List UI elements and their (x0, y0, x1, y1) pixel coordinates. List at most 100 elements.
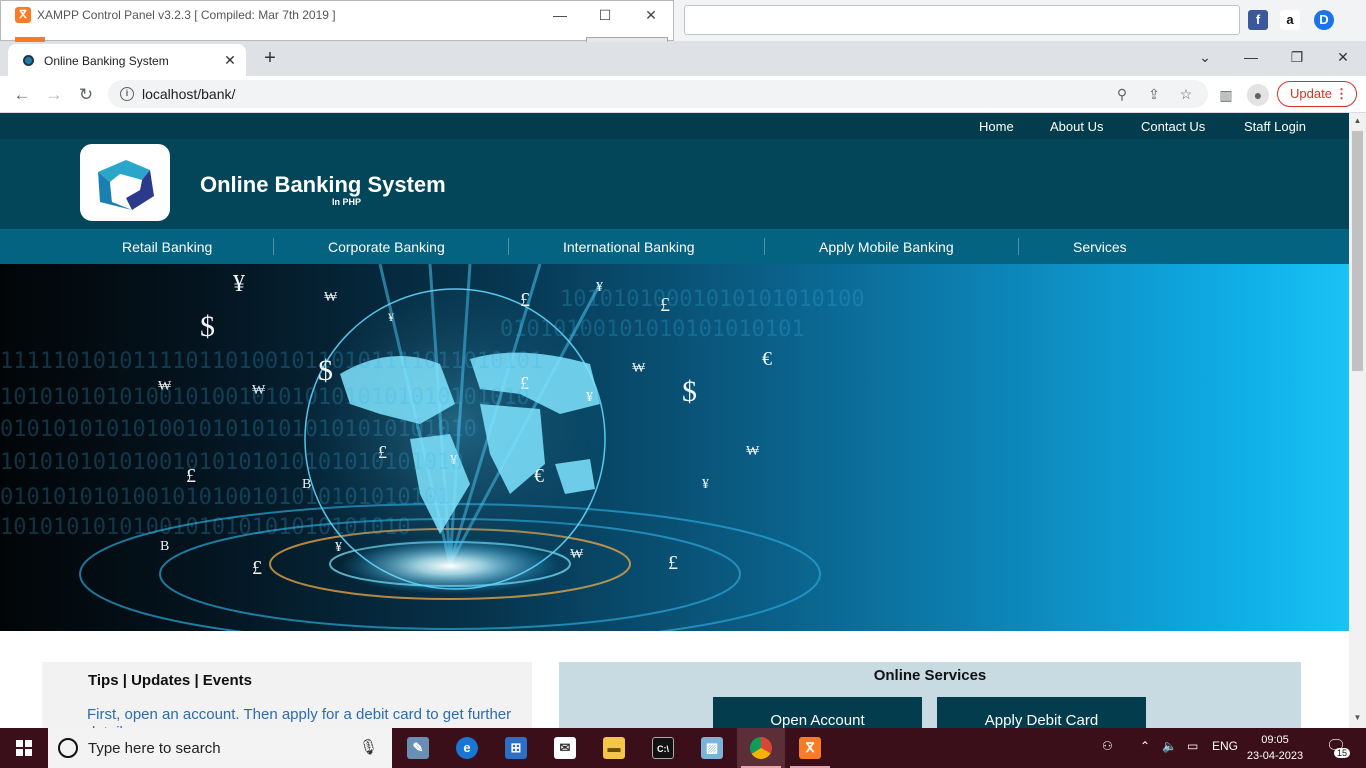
nav-about-link[interactable]: About Us (1050, 119, 1103, 134)
tips-text-link[interactable]: First, open an account. Then apply for a… (87, 706, 517, 728)
tab-strip: Online Banking System ✕ (0, 41, 1366, 76)
volume-icon[interactable]: 🔈 (1162, 739, 1177, 753)
notes-icon: ▨ (701, 737, 723, 759)
svg-text:£: £ (252, 557, 262, 579)
terminal-icon: C:\ (652, 737, 674, 759)
clock-time: 09:05 (1261, 734, 1289, 746)
taskbar-edge-app[interactable]: e (443, 728, 491, 768)
share-icon[interactable]: ⇪ (1144, 84, 1164, 104)
svg-text:₩: ₩ (632, 361, 646, 376)
window-minimize-button[interactable]: — (1228, 43, 1274, 71)
reload-icon[interactable]: ↻ (73, 82, 99, 108)
online-services-panel: Online Services Open Account Apply Debit… (559, 662, 1301, 728)
page-scrollbar[interactable]: ▲ ▼ (1349, 113, 1366, 728)
tab-close-icon[interactable]: ✕ (220, 50, 240, 70)
side-panel-icon[interactable]: ▥ (1215, 84, 1237, 106)
nav-contact-link[interactable]: Contact Us (1141, 119, 1205, 134)
forward-arrow-icon[interactable]: → (41, 82, 67, 108)
scrollbar-thumb[interactable] (1352, 131, 1363, 371)
svg-text:010101010101001010101010101010: 010101010101001010101010101010101010 (0, 417, 477, 442)
profile-avatar-icon[interactable]: ● (1247, 84, 1269, 106)
extension-d-icon[interactable]: D (1314, 10, 1334, 30)
apply-debit-card-button[interactable]: Apply Debit Card (937, 697, 1146, 728)
scroll-down-arrow-icon[interactable]: ▼ (1353, 713, 1362, 722)
browser-toolbar: ← → ↻ i localhost/bank/ ⚲ ⇪ ☆ ▥ ● Update… (0, 76, 1366, 113)
xampp-panel-button[interactable] (586, 37, 668, 42)
window-restore-button[interactable]: ❐ (1274, 43, 1320, 71)
svg-text:¥: ¥ (586, 390, 593, 405)
battery-icon[interactable]: ▭ (1187, 739, 1198, 753)
nav-divider (273, 238, 274, 255)
back-arrow-icon[interactable]: ← (9, 82, 35, 108)
xampp-close-button[interactable]: ✕ (628, 3, 674, 29)
site-info-icon[interactable]: i (120, 87, 134, 101)
scroll-up-arrow-icon[interactable]: ▲ (1353, 116, 1362, 125)
tips-title: Tips | Updates | Events (88, 672, 252, 689)
folder-icon: ▬ (603, 737, 625, 759)
update-button[interactable]: Update ⋮ (1277, 81, 1357, 107)
zoom-icon[interactable]: ⚲ (1112, 84, 1132, 104)
background-address-bar[interactable] (684, 5, 1240, 35)
clock-date: 23-04-2023 (1246, 750, 1304, 762)
xampp-maximize-button[interactable]: ☐ (582, 3, 628, 29)
windows-logo-icon (16, 740, 32, 756)
taskbar-mail-app[interactable]: ✉ (541, 728, 589, 768)
taskbar-paint-app[interactable]: ✎ (394, 728, 442, 768)
nav-staff-login-link[interactable]: Staff Login (1244, 119, 1306, 134)
svg-text:¥: ¥ (702, 477, 709, 492)
nav-international-banking[interactable]: International Banking (563, 239, 695, 255)
xampp-panel-strip (15, 37, 45, 42)
bank-logo[interactable] (80, 144, 170, 221)
site-favicon-icon (23, 55, 34, 66)
nav-retail-banking[interactable]: Retail Banking (122, 239, 212, 255)
tab-title: Online Banking System (44, 54, 169, 68)
url-text[interactable]: localhost/bank/ (142, 86, 235, 102)
window-close-button[interactable]: ✕ (1320, 43, 1366, 71)
taskbar-terminal-app[interactable]: C:\ (639, 728, 687, 768)
taskbar-search-box[interactable]: Type here to search 🎙 (48, 728, 392, 768)
nav-divider (1018, 238, 1019, 255)
open-account-button[interactable]: Open Account (713, 697, 922, 728)
bookmark-star-icon[interactable]: ☆ (1176, 84, 1196, 104)
svg-text:101010101010010101010101010101: 10101010101001010101010101010101010 (0, 450, 464, 475)
amazon-icon[interactable]: a (1280, 10, 1300, 30)
svg-text:€: € (534, 465, 544, 487)
svg-text:101010101010010101010101010101: 1010101010100101010101010101010 (0, 515, 411, 540)
xampp-icon: ⴳ (799, 737, 821, 759)
taskbar-notes-app[interactable]: ▨ (688, 728, 736, 768)
nav-corporate-banking[interactable]: Corporate Banking (328, 239, 445, 255)
svg-text:¥: ¥ (233, 271, 245, 297)
xampp-minimize-button[interactable]: — (537, 3, 583, 29)
xampp-window[interactable]: ⴳ XAMPP Control Panel v3.2.3 [ Compiled:… (0, 0, 674, 42)
taskbar-clock[interactable]: 09:05 23-04-2023 (1240, 732, 1310, 764)
nav-home-link[interactable]: Home (979, 119, 1014, 134)
svg-text:£: £ (668, 552, 678, 574)
address-bar[interactable]: i localhost/bank/ ⚲ ⇪ ☆ (108, 80, 1208, 108)
taskbar-chrome-app[interactable] (737, 728, 785, 768)
tray-chevron-up-icon[interactable]: ⌃ (1140, 739, 1150, 753)
nav-apply-mobile-banking[interactable]: Apply Mobile Banking (819, 239, 954, 255)
site-header: Online Banking System In PHP (0, 139, 1349, 229)
facebook-icon[interactable]: f (1248, 10, 1268, 30)
taskbar-xampp-app[interactable]: ⴳ (786, 728, 834, 768)
language-indicator[interactable]: ENG (1212, 739, 1238, 753)
search-placeholder: Type here to search (88, 740, 221, 757)
people-icon[interactable]: ⚇ (1102, 739, 1113, 753)
tab-online-banking[interactable]: Online Banking System ✕ (8, 44, 246, 76)
svg-text:B: B (160, 539, 169, 554)
microphone-icon[interactable]: 🎙 (359, 738, 378, 756)
svg-text:10101010001010101010100: 10101010001010101010100 (560, 287, 865, 312)
svg-text:010101010100101010010101010101: 0101010101001010100101010101010101 (0, 485, 450, 510)
svg-text:₩: ₩ (570, 547, 584, 562)
content-section: Tips | Updates | Events First, open an a… (0, 631, 1349, 728)
tips-panel: Tips | Updates | Events First, open an a… (42, 662, 532, 728)
tab-search-dropdown-icon[interactable]: ⌄ (1182, 43, 1228, 71)
taskbar-store-app[interactable]: ⊞ (492, 728, 540, 768)
svg-text:₩: ₩ (746, 444, 760, 459)
new-tab-button[interactable]: + (258, 44, 282, 72)
taskbar-explorer-app[interactable]: ▬ (590, 728, 638, 768)
paint-icon: ✎ (407, 737, 429, 759)
svg-text:101010101010010100101010101010: 1010101010100101001010101010101010101010 (0, 385, 530, 410)
nav-services[interactable]: Services (1073, 239, 1127, 255)
windows-start-button[interactable] (0, 728, 48, 768)
